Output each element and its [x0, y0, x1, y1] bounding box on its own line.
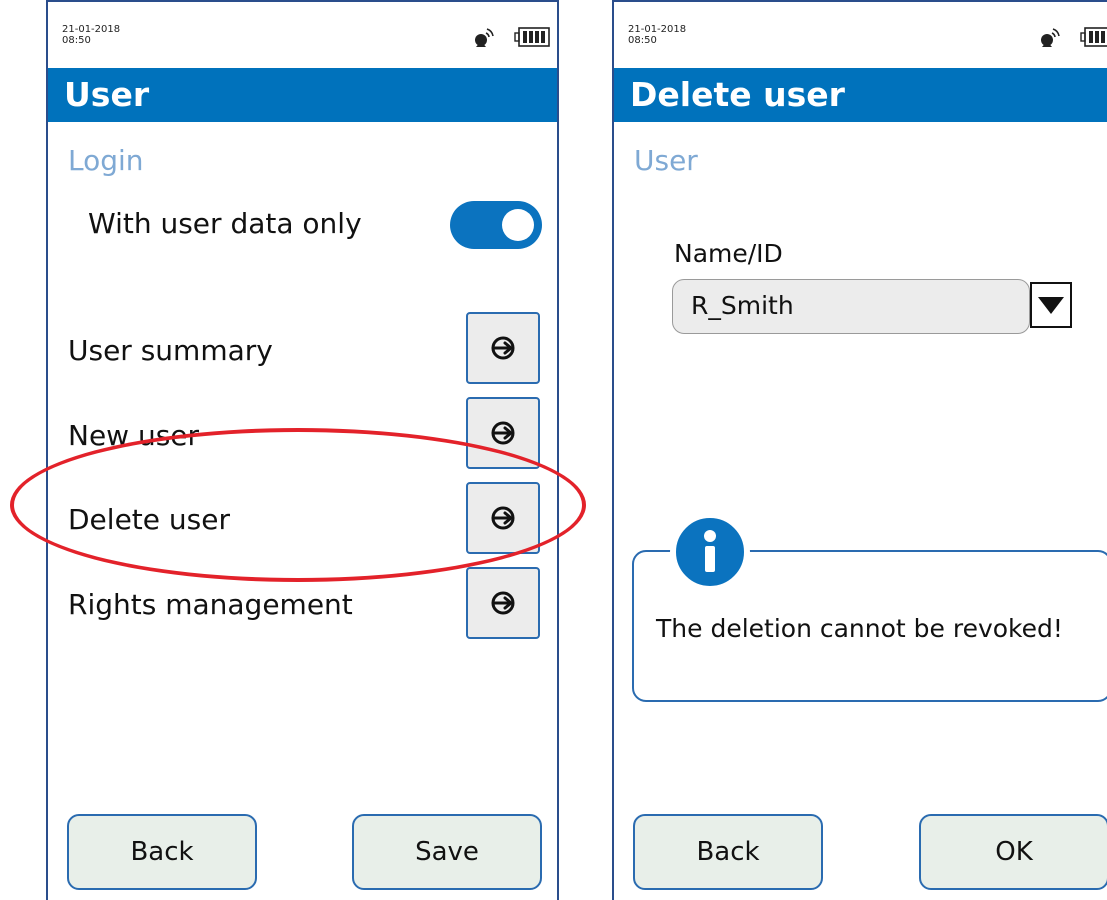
- ok-button[interactable]: OK: [919, 814, 1107, 890]
- arrow-right-icon: [491, 336, 515, 360]
- status-datetime: 21-01-2018 08:50: [62, 24, 120, 46]
- new-user-button[interactable]: [466, 397, 540, 469]
- status-datetime: 21-01-2018 08:50: [628, 24, 686, 46]
- page-title: User: [48, 68, 557, 122]
- back-button[interactable]: Back: [633, 814, 823, 890]
- section-heading-user: User: [634, 144, 698, 177]
- rights-management-button[interactable]: [466, 567, 540, 639]
- info-message-text: The deletion cannot be revoked!: [656, 614, 1063, 643]
- battery-icon: [1080, 27, 1107, 47]
- section-heading-login: Login: [68, 144, 144, 177]
- page-title: Delete user: [614, 68, 1107, 122]
- name-id-select[interactable]: R_Smith: [672, 279, 1030, 334]
- arrow-right-icon: [491, 591, 515, 615]
- dropdown-arrow-icon: [1038, 297, 1064, 314]
- arrow-right-icon: [491, 506, 515, 530]
- save-button[interactable]: Save: [352, 814, 542, 890]
- satellite-icon: [1041, 28, 1060, 47]
- back-button[interactable]: Back: [67, 814, 257, 890]
- name-id-label: Name/ID: [674, 239, 783, 268]
- toggle-knob: [502, 209, 534, 241]
- status-date: 21-01-2018: [62, 24, 121, 35]
- satellite-icon: [475, 28, 494, 47]
- arrow-right-icon: [491, 421, 515, 445]
- status-date: 21-01-2018: [628, 24, 687, 35]
- status-time: 08:50: [62, 35, 91, 46]
- delete-user-button[interactable]: [466, 482, 540, 554]
- user-data-toggle-label: With user data only: [88, 207, 362, 240]
- menu-label-user-summary: User summary: [68, 334, 273, 367]
- battery-icon: [514, 27, 550, 47]
- user-data-toggle[interactable]: [450, 201, 542, 249]
- delete-user-screen: 21-01-2018 08:50 Delete user User Name/I…: [612, 0, 1107, 900]
- dropdown-toggle-button[interactable]: [1030, 282, 1072, 328]
- menu-label-new-user: New user: [68, 419, 200, 452]
- menu-label-delete-user: Delete user: [68, 503, 230, 536]
- info-icon: [670, 512, 750, 592]
- user-summary-button[interactable]: [466, 312, 540, 384]
- menu-label-rights-management: Rights management: [68, 588, 353, 621]
- status-time: 08:50: [628, 35, 657, 46]
- user-screen: 21-01-2018 08:50 User Login With user da…: [46, 0, 559, 900]
